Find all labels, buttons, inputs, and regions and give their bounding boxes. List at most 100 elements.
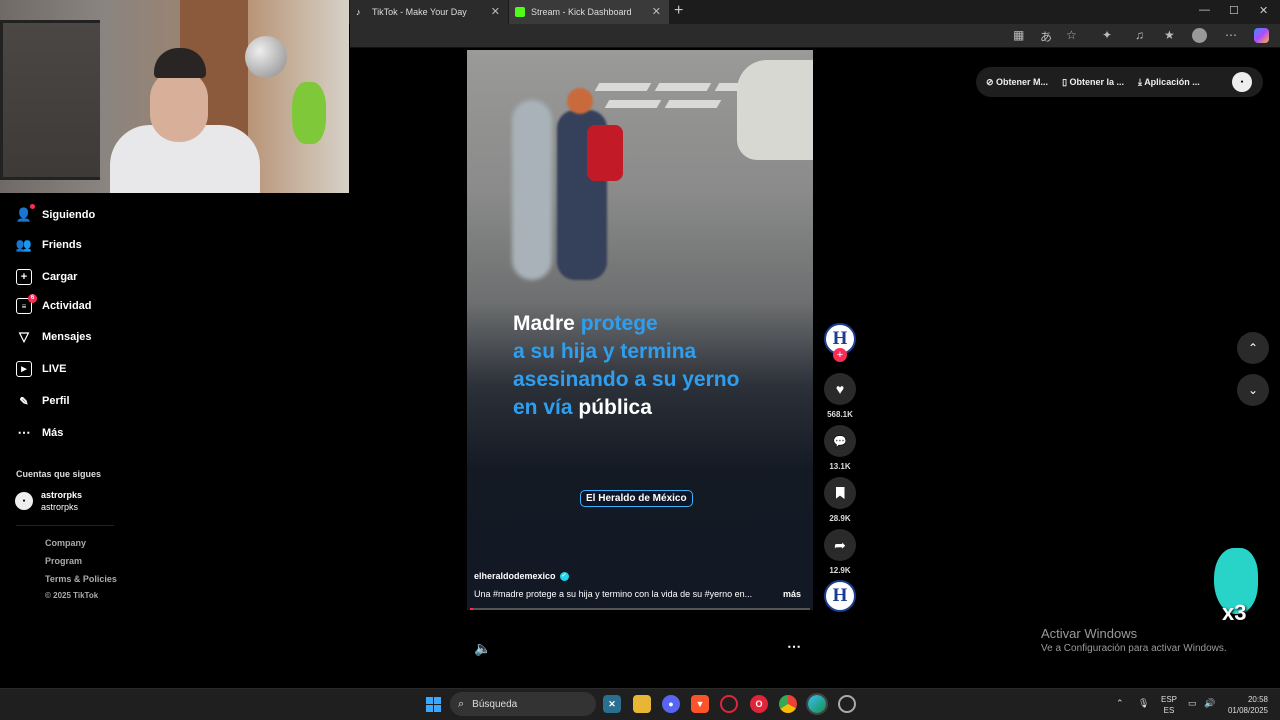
user-icon: 👤 <box>16 204 35 223</box>
progress-fill <box>470 608 474 610</box>
footer-link-company[interactable]: Company <box>45 538 86 548</box>
share-count: 12.9K <box>829 566 851 575</box>
footer-link-terms[interactable]: Terms & Policies <box>45 574 117 584</box>
app-icon-obs[interactable] <box>838 695 856 713</box>
share-button[interactable]: ➦ <box>824 529 856 561</box>
close-tab-icon[interactable]: ✕ <box>652 5 661 18</box>
video-author[interactable]: elheraldodemexico ✓ <box>474 571 569 581</box>
opera-gx-icon[interactable] <box>720 695 738 713</box>
comment-count: 13.1K <box>829 462 851 471</box>
sidebar-item-friends[interactable]: 👥 Friends <box>16 237 82 253</box>
caption-more-link[interactable]: más <box>783 589 801 599</box>
next-video-button[interactable]: ⌄ <box>1237 374 1269 406</box>
copilot-icon[interactable] <box>1254 28 1269 43</box>
user-avatar[interactable]: ● <box>1232 72 1252 92</box>
sidebar-item-more[interactable]: ⋯ Más <box>16 425 64 441</box>
media-icon[interactable]: ♫ <box>1135 28 1144 42</box>
network-icon[interactable]: ▭ <box>1188 698 1197 709</box>
comment-button[interactable]: 💬 <box>824 425 856 457</box>
app-icon-1[interactable]: ✕ <box>603 695 621 713</box>
windows-start-icon[interactable] <box>426 697 441 712</box>
star-icon[interactable]: ☆ <box>1066 28 1077 42</box>
video-caption: Una #madre protege a su hija y termino c… <box>474 589 753 599</box>
get-coins-button[interactable]: ⊘ Obtener M... <box>986 77 1048 88</box>
get-app-button[interactable]: ▯ Obtener la ... <box>1062 77 1124 88</box>
stream-overlay-multiplier: x3 <box>1210 548 1260 628</box>
desktop-app-button[interactable]: ⤓ Aplicación ... <box>1138 77 1200 88</box>
discord-icon[interactable]: ● <box>662 695 680 713</box>
close-tab-icon[interactable]: ✕ <box>491 5 500 18</box>
previous-video-button[interactable]: ⌃ <box>1237 332 1269 364</box>
more-icon: ⋯ <box>17 425 31 440</box>
file-explorer-icon[interactable] <box>633 695 651 713</box>
friends-icon: 👥 <box>15 237 33 252</box>
sidebar-item-upload[interactable]: + Cargar <box>16 269 77 285</box>
close-window-icon[interactable]: ✕ <box>1259 4 1268 17</box>
sidebar-item-label: Actividad <box>42 300 92 312</box>
footer-link-program[interactable]: Program <box>45 556 82 566</box>
headline-text: a su hija y termina <box>513 340 697 363</box>
copyright: © 2025 TikTok <box>45 591 99 600</box>
sidebar-item-following[interactable]: 👤 Siguiendo <box>16 204 95 223</box>
sidebar-item-label: Más <box>42 427 64 439</box>
headline-text: en vía <box>513 396 579 419</box>
search-placeholder: Búsqueda <box>472 698 518 710</box>
tiktok-icon: ♪ <box>356 7 361 17</box>
profile-avatar[interactable] <box>1192 28 1207 43</box>
translate-icon[interactable]: あ <box>1040 28 1052 45</box>
sidebar-item-messages[interactable]: ▽ Mensajes <box>16 329 92 345</box>
headline-text: pública <box>578 396 652 419</box>
button-label: Obtener M... <box>996 76 1049 87</box>
taskbar-clock[interactable]: 20:58 01/08/2025 <box>1226 694 1268 716</box>
microphone-icon[interactable]: 🎙 <box>1138 698 1149 709</box>
favorites-icon[interactable]: ★ <box>1164 28 1175 42</box>
sidebar-item-profile[interactable]: ✎ Perfil <box>16 393 70 409</box>
followed-account[interactable]: astrorpks astrorpks <box>41 489 82 513</box>
lang-layout: ES <box>1163 706 1175 715</box>
sidebar-item-label: Mensajes <box>42 331 92 343</box>
maximize-icon[interactable]: ☐ <box>1229 4 1239 17</box>
reader-icon[interactable]: ▦ <box>1013 28 1024 42</box>
sidebar-item-label: Friends <box>42 239 82 251</box>
speaker-icon[interactable]: 🔊 <box>1204 698 1215 709</box>
chevron-down-icon: ⌄ <box>1247 383 1259 397</box>
minimize-icon[interactable]: — <box>1199 4 1210 16</box>
sidebar-item-label: Perfil <box>42 395 70 407</box>
progress-track[interactable] <box>470 608 810 610</box>
follow-button[interactable]: + <box>833 348 847 362</box>
divider <box>16 525 114 526</box>
music-disc[interactable]: H <box>824 580 856 612</box>
date-text: 01/08/2025 <box>1227 706 1268 715</box>
lang-code: ESP <box>1161 695 1178 704</box>
like-count: 568.1K <box>827 410 853 419</box>
sidebar-item-live[interactable]: ▶ LIVE <box>16 361 66 377</box>
menu-icon[interactable]: ⋯ <box>1225 28 1237 42</box>
tab-tiktok[interactable]: ♪ TikTok - Make Your Day ✕ <box>350 0 508 24</box>
avatar[interactable]: ● <box>15 492 33 510</box>
new-tab-button[interactable]: + <box>674 2 683 20</box>
chrome-icon[interactable] <box>779 695 797 713</box>
extensions-icon[interactable]: ✦ <box>1102 28 1112 42</box>
brave-icon[interactable]: ▼ <box>691 695 709 713</box>
button-label: Aplicación ... <box>1144 76 1200 87</box>
more-options-icon[interactable]: ⋯ <box>787 638 802 655</box>
chevron-up-icon: ⌃ <box>1247 341 1259 355</box>
language-indicator[interactable]: ESP ES <box>1161 694 1177 716</box>
multiplier-text: x3 <box>1222 600 1247 625</box>
save-count: 28.9K <box>829 514 851 523</box>
opera-icon[interactable]: O <box>750 695 768 713</box>
like-button[interactable]: ♥ <box>824 373 856 405</box>
author-name: elheraldodemexico <box>474 571 556 581</box>
headline-text: Madre <box>513 312 581 335</box>
tab-title: TikTok - Make Your Day <box>372 7 467 17</box>
volume-icon[interactable]: 🔈 <box>474 640 491 657</box>
edge-icon[interactable] <box>806 693 828 715</box>
sidebar-item-activity[interactable]: ≡ 6 Actividad <box>16 294 92 314</box>
heart-icon: ♥ <box>835 381 845 397</box>
save-button[interactable] <box>824 477 856 509</box>
taskbar-search[interactable]: ⌕ Búsqueda <box>450 692 596 716</box>
video-player[interactable]: Madre protege a su hija y termina asesin… <box>467 50 813 610</box>
tab-kick[interactable]: Stream - Kick Dashboard ✕ <box>509 0 669 24</box>
activate-windows-subtitle: Ve a Configuración para activar Windows. <box>1041 643 1227 654</box>
tray-chevron-icon[interactable]: ⌃ <box>1116 698 1124 709</box>
